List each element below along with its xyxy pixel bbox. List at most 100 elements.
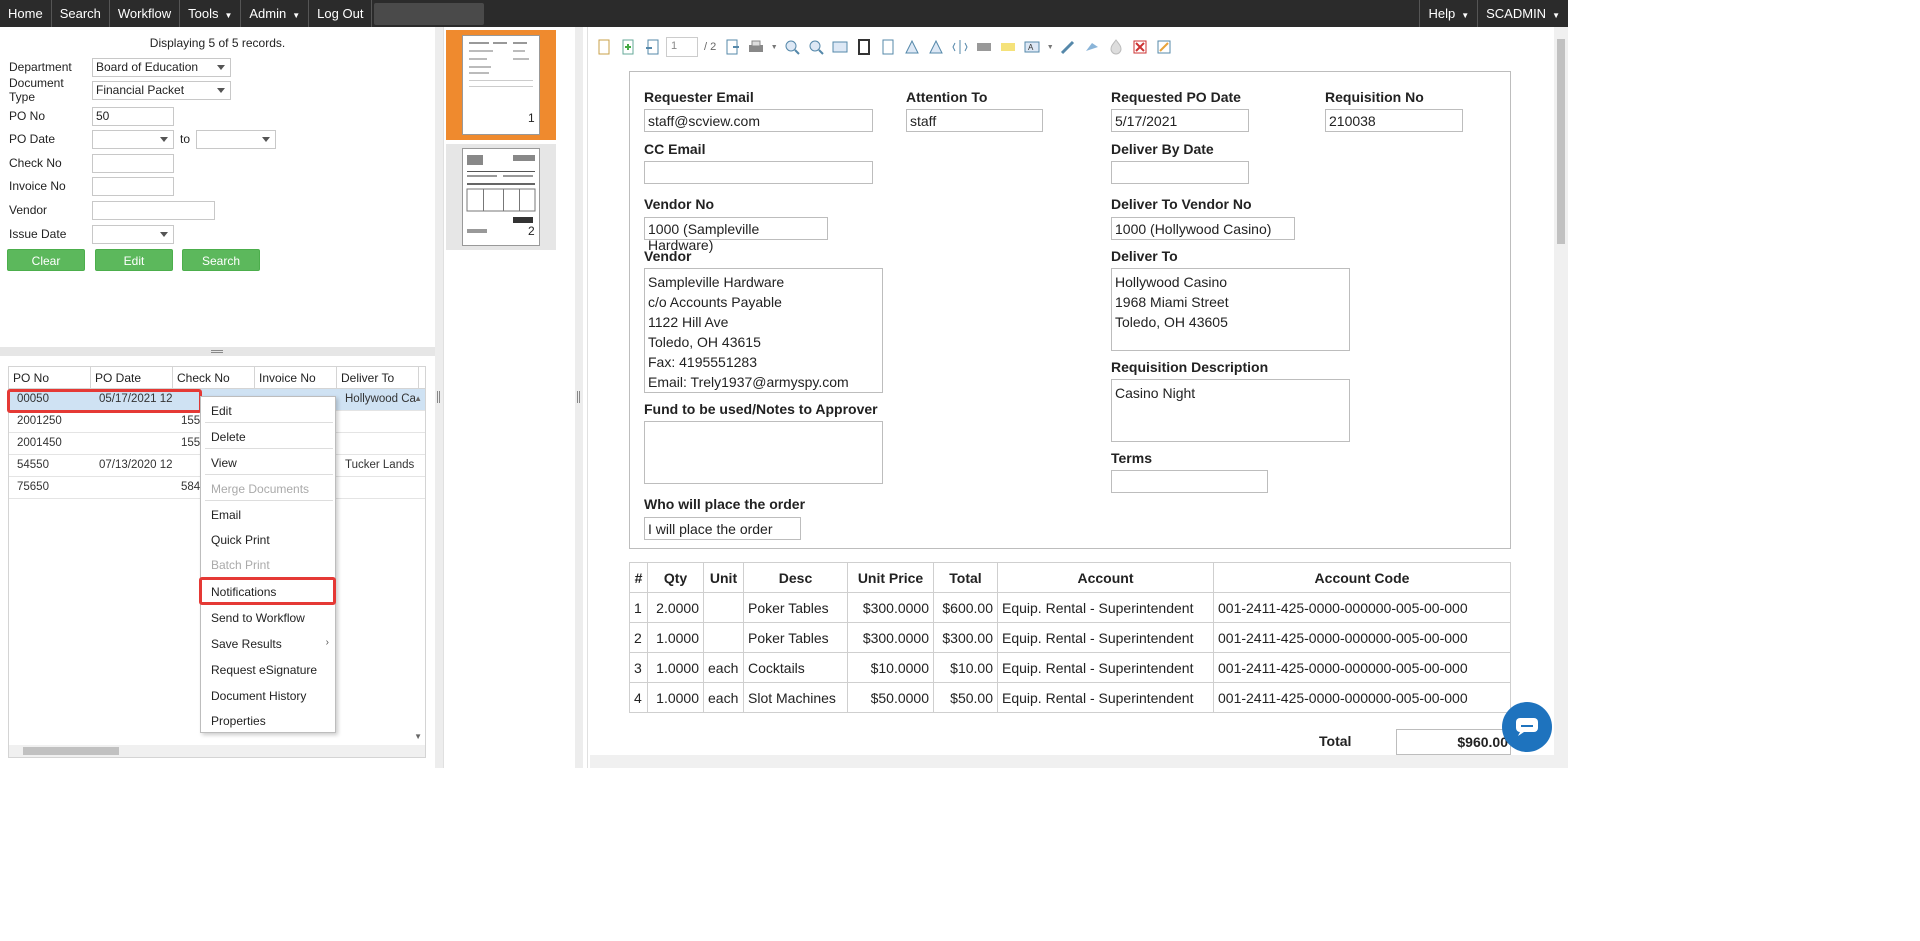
chat-button[interactable] xyxy=(1502,702,1552,752)
requested-po-date-field[interactable]: 5/17/2021 xyxy=(1111,109,1249,132)
podate-label: PO Date xyxy=(9,132,56,146)
cell: Poker Tables xyxy=(743,592,848,623)
new-page-icon[interactable] xyxy=(594,37,614,57)
clear-button[interactable]: Clear xyxy=(7,249,85,271)
next-page-icon[interactable] xyxy=(722,37,742,57)
deliver-by-date-field[interactable] xyxy=(1111,161,1249,184)
scroll-thumb[interactable] xyxy=(23,747,119,755)
deliver-to-address-field[interactable]: Hollywood Casino 1968 Miami Street Toled… xyxy=(1111,268,1350,351)
total-value: $960.00 xyxy=(1396,729,1511,755)
chevron-down-icon: ▼ xyxy=(224,11,233,20)
nav-home[interactable]: Home xyxy=(0,0,52,27)
deliver-to-vendor-no-field[interactable]: 1000 (Hollywood Casino) xyxy=(1111,217,1295,240)
requisition-description-field[interactable]: Casino Night xyxy=(1111,379,1350,442)
nav-user[interactable]: SCADMIN ▼ xyxy=(1477,0,1568,27)
doctype-select[interactable]: Financial Packet xyxy=(92,80,231,100)
thumbnail-page-1[interactable]: 1 xyxy=(446,30,556,140)
checkno-input[interactable] xyxy=(92,153,174,173)
scroll-thumb[interactable] xyxy=(1557,39,1565,244)
col-deliver-to[interactable]: Deliver To xyxy=(337,367,419,388)
search-button[interactable]: Search xyxy=(182,249,260,271)
flame-icon[interactable] xyxy=(1106,37,1126,57)
page-number-input[interactable]: 1 xyxy=(666,37,698,57)
rotate-left-icon[interactable] xyxy=(902,37,922,57)
podate-from[interactable] xyxy=(92,129,174,149)
zoom-in-icon[interactable] xyxy=(782,37,802,57)
delete-icon[interactable] xyxy=(1130,37,1150,57)
podate-row: PO Date to xyxy=(9,129,277,149)
menu-item-view[interactable]: View xyxy=(211,456,237,470)
fit-page-icon[interactable] xyxy=(854,37,874,57)
requisition-no-field[interactable]: 210038 xyxy=(1325,109,1463,132)
left-splitter[interactable] xyxy=(435,27,443,768)
nav-help[interactable]: Help ▼ xyxy=(1419,0,1477,27)
divider xyxy=(205,448,333,449)
menu-item-document-history[interactable]: Document History xyxy=(211,689,306,703)
svg-text:A: A xyxy=(1028,43,1034,52)
menu-item-request-esignature[interactable]: Request eSignature xyxy=(211,663,317,677)
vendor-no-field[interactable]: 1000 (Sampleville Hardware) xyxy=(644,217,828,253)
select-page-icon[interactable] xyxy=(878,37,898,57)
grid-horizontal-scrollbar[interactable] xyxy=(9,745,425,757)
attention-to-field[interactable]: staff xyxy=(906,109,1043,132)
thumb-splitter[interactable] xyxy=(575,27,583,768)
vendor-address-field[interactable]: Sampleville Hardware c/o Accounts Payabl… xyxy=(644,268,883,393)
nav-admin[interactable]: Admin ▼ xyxy=(241,0,310,27)
vendor-input[interactable] xyxy=(92,200,215,220)
invoiceno-input[interactable] xyxy=(92,176,174,196)
panel-splitter[interactable] xyxy=(0,347,435,356)
viewer-horizontal-scrollbar[interactable] xyxy=(590,755,1554,768)
notifications-highlight xyxy=(199,577,336,605)
menu-item-properties[interactable]: Properties xyxy=(211,714,266,728)
pen-icon[interactable] xyxy=(1058,37,1078,57)
nav-workflow[interactable]: Workflow xyxy=(110,0,181,27)
menu-item-delete[interactable]: Delete xyxy=(211,430,246,444)
stamp-icon[interactable] xyxy=(1082,37,1102,57)
zoom-out-icon[interactable] xyxy=(806,37,826,57)
department-select[interactable]: Board of Education xyxy=(92,57,231,77)
who-places-order-field[interactable]: I will place the order xyxy=(644,517,801,540)
terms-field[interactable] xyxy=(1111,470,1268,493)
viewer-vertical-scrollbar[interactable] xyxy=(1554,27,1568,768)
chevron-down-icon[interactable]: ▼ xyxy=(1046,37,1054,57)
menu-item-quick-print[interactable]: Quick Print xyxy=(211,533,270,547)
scroll-down-icon[interactable]: ▼ xyxy=(414,732,422,741)
chevron-down-icon[interactable]: ▼ xyxy=(770,37,778,57)
nav-logout[interactable]: Log Out xyxy=(309,0,373,27)
document-preview-icon xyxy=(469,42,533,87)
cell: Slot Machines xyxy=(743,682,848,713)
col-check-no[interactable]: Check No xyxy=(173,367,255,388)
department-label: Department xyxy=(9,60,72,74)
menu-item-edit[interactable]: Edit xyxy=(211,404,232,418)
rotate-right-icon[interactable] xyxy=(926,37,946,57)
menu-item-save-results[interactable]: Save Results xyxy=(211,637,282,651)
divider xyxy=(205,474,333,475)
col-invoice-no[interactable]: Invoice No xyxy=(255,367,337,388)
fit-width-icon[interactable] xyxy=(830,37,850,57)
import-icon[interactable] xyxy=(642,37,662,57)
highlight-icon[interactable] xyxy=(998,37,1018,57)
requester-email-field[interactable]: staff@scview.com xyxy=(644,109,873,132)
print-icon[interactable] xyxy=(746,37,766,57)
col-po-no[interactable]: PO No xyxy=(9,367,91,388)
edit-annotation-icon[interactable] xyxy=(1154,37,1174,57)
podate-to[interactable] xyxy=(196,129,277,149)
selected-row-highlight xyxy=(7,389,202,413)
text-box-icon[interactable]: A xyxy=(1022,37,1042,57)
thumbnail-page-2[interactable]: 2 xyxy=(446,144,556,250)
col-po-date[interactable]: PO Date xyxy=(91,367,173,388)
menu-item-send-to-workflow[interactable]: Send to Workflow xyxy=(211,611,305,625)
redact-icon[interactable] xyxy=(974,37,994,57)
scroll-up-icon[interactable]: ▲ xyxy=(414,394,422,403)
edit-button[interactable]: Edit xyxy=(95,249,173,271)
cell: $50.0000 xyxy=(847,682,934,713)
flip-icon[interactable] xyxy=(950,37,970,57)
issuedate-input[interactable] xyxy=(92,224,174,244)
menu-item-email[interactable]: Email xyxy=(211,508,241,522)
pono-input[interactable]: 50 xyxy=(92,106,174,126)
nav-search[interactable]: Search xyxy=(52,0,110,27)
fund-notes-field[interactable] xyxy=(644,421,883,484)
add-page-icon[interactable] xyxy=(618,37,638,57)
cc-email-field[interactable] xyxy=(644,161,873,184)
nav-tools[interactable]: Tools ▼ xyxy=(180,0,242,27)
